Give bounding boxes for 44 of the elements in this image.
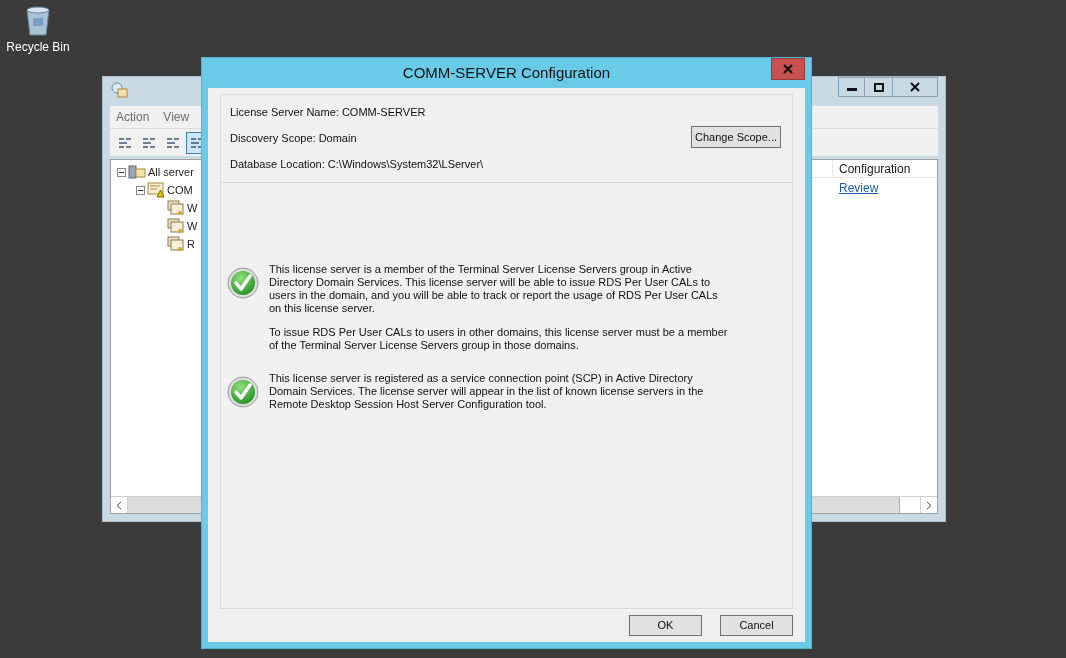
menu-item[interactable]: View bbox=[163, 108, 190, 126]
certificate-stack-icon bbox=[167, 200, 185, 216]
scroll-right-icon bbox=[926, 500, 932, 510]
certificate-stack-icon bbox=[167, 236, 185, 252]
maximize-button[interactable] bbox=[865, 77, 892, 97]
menu-item[interactable]: Action bbox=[116, 108, 150, 126]
tree-item[interactable]: All server bbox=[148, 163, 194, 181]
server-group-icon bbox=[128, 164, 146, 180]
message-text: This license server is a member of the Terminal Server License Servers group in Active Directory Domain Services. This license server will be able to issue RDS Per User CALs to users in the domain, and you will be able to track or report the usage of RDS Per User CALs on this license server. bbox=[269, 262, 719, 315]
certificate-stack-icon bbox=[167, 218, 185, 234]
close-icon bbox=[910, 82, 920, 92]
close-button[interactable] bbox=[892, 77, 938, 97]
close-icon bbox=[783, 64, 793, 74]
desktop-icon-label[interactable]: Recycle Bin bbox=[6, 38, 70, 56]
scroll-left-icon bbox=[116, 500, 122, 510]
checkmark-icon bbox=[227, 375, 259, 408]
dialog-button[interactable]: OK bbox=[629, 615, 702, 636]
minimize-icon bbox=[846, 88, 857, 91]
column-header[interactable]: Configuration bbox=[833, 160, 937, 177]
review-link[interactable]: Review bbox=[839, 181, 879, 195]
window-title: COMM-SERVER Configuration bbox=[402, 62, 611, 83]
minimize-button[interactable] bbox=[838, 77, 865, 97]
view-list-icon bbox=[166, 136, 180, 149]
collapse-icon[interactable] bbox=[117, 167, 126, 177]
app-icon bbox=[110, 81, 128, 99]
tree-item[interactable]: W bbox=[187, 217, 198, 235]
view-list-icon bbox=[190, 136, 204, 149]
dialog-button[interactable]: Cancel bbox=[720, 615, 793, 636]
change-scope-button[interactable]: Change Scope... bbox=[691, 126, 781, 148]
collapse-icon[interactable] bbox=[136, 185, 145, 195]
message-text: This license server is registered as a service connection point (SCP) in Active Directory Domain Services. The license server will appear in the list of known license servers in the Remote Desktop Session Host Server Configuration tool. bbox=[269, 371, 705, 411]
tree-item[interactable]: R bbox=[187, 235, 195, 253]
recycle-bin-icon[interactable] bbox=[25, 6, 51, 36]
checkmark-icon bbox=[227, 266, 259, 299]
close-button[interactable] bbox=[771, 58, 805, 80]
view-list-icon bbox=[142, 136, 156, 149]
info-label: Database Location: C:\Windows\System32\LServer\ bbox=[230, 157, 485, 172]
info-label: Discovery Scope: Domain bbox=[230, 131, 358, 146]
tree-item[interactable]: W bbox=[187, 199, 198, 217]
tree-item[interactable]: COM bbox=[167, 181, 193, 199]
maximize-icon bbox=[873, 82, 884, 92]
info-label: License Server Name: COMM-SERVER bbox=[230, 105, 427, 120]
message-text: To issue RDS Per User CALs to users in other domains, this license server must be a member of the Terminal Server License Servers group in those domains. bbox=[269, 325, 729, 352]
view-list-icon bbox=[118, 136, 132, 149]
